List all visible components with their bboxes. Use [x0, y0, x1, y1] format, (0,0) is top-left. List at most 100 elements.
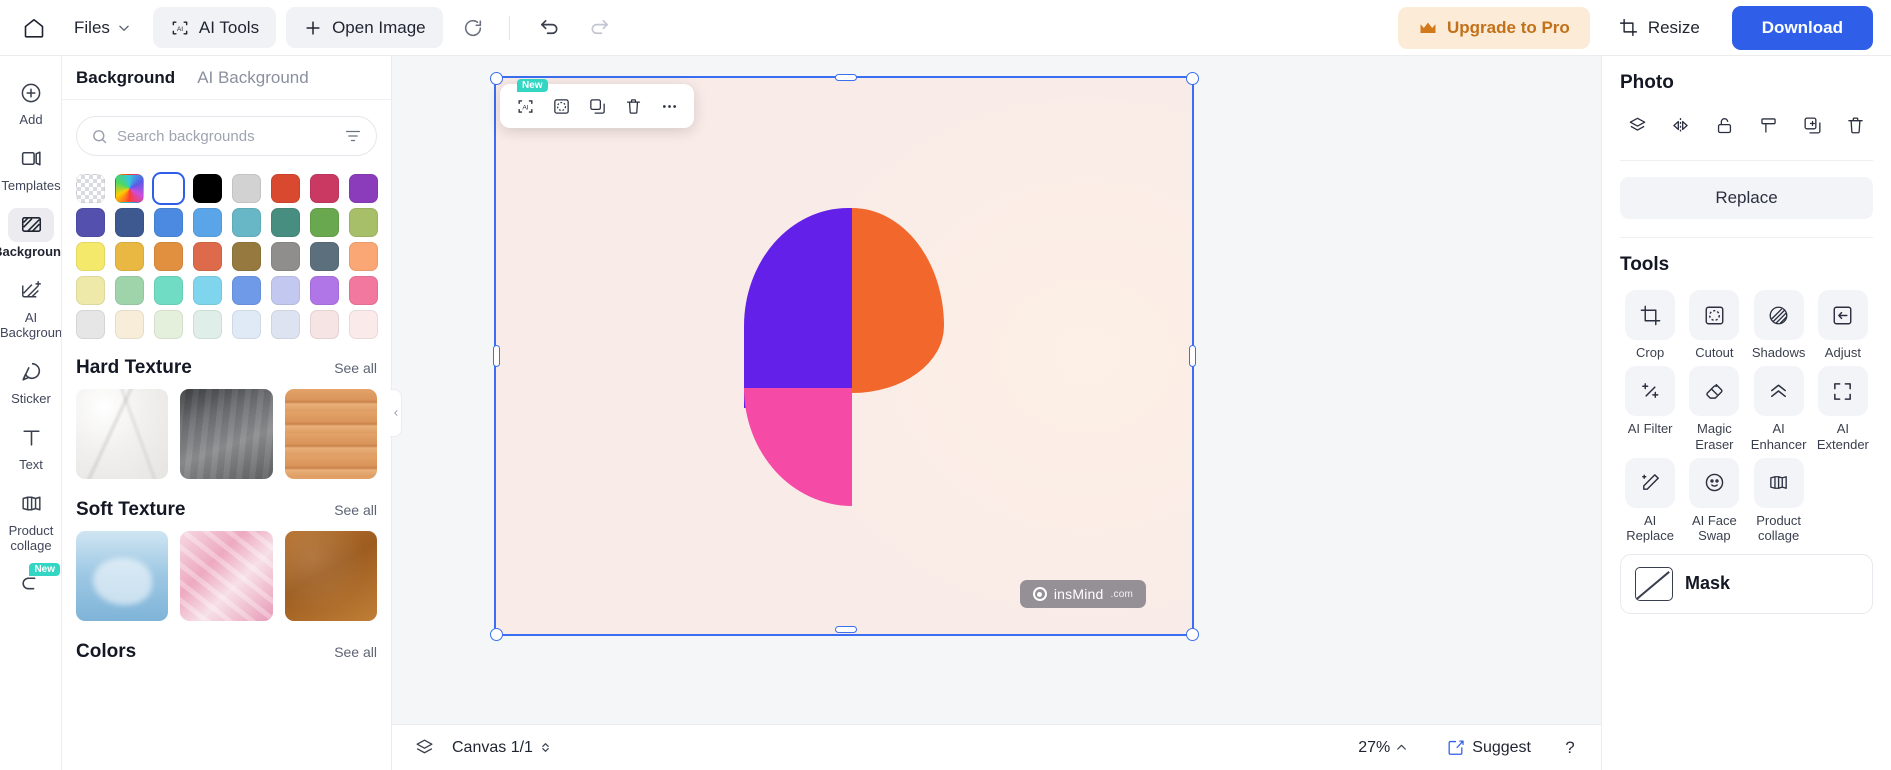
swatch-teal-dark[interactable]: [271, 208, 300, 237]
handle-right-mid[interactable]: [1189, 345, 1196, 367]
swatch-indigo[interactable]: [76, 208, 105, 237]
swatch-aqua-fade[interactable]: [154, 276, 183, 305]
help-button[interactable]: ?: [1555, 733, 1585, 763]
tool-adjust[interactable]: Adjust: [1813, 290, 1873, 360]
refresh-button[interactable]: [453, 8, 493, 48]
suggest-button[interactable]: Suggest: [1436, 733, 1541, 762]
handle-top-right[interactable]: [1186, 72, 1199, 85]
rail-item-text[interactable]: Text: [0, 415, 61, 477]
layer-order-button[interactable]: [1620, 108, 1654, 142]
swatch-blue[interactable]: [154, 208, 183, 237]
handle-bottom-left[interactable]: [490, 628, 503, 641]
swatch-gray[interactable]: [271, 242, 300, 271]
rail-item-product-collage[interactable]: Product collage: [0, 481, 61, 558]
swatch-blush[interactable]: [349, 310, 378, 339]
replace-button[interactable]: Replace: [1620, 177, 1873, 219]
see-all-colors[interactable]: See all: [334, 644, 377, 660]
swatch-orange[interactable]: [154, 242, 183, 271]
swatch-coral[interactable]: [193, 242, 222, 271]
redo-button[interactable]: [580, 8, 620, 48]
swatch-rainbow[interactable]: [115, 174, 144, 203]
swatch-slate[interactable]: [310, 242, 339, 271]
tool-product-collage[interactable]: Product collage: [1749, 457, 1809, 544]
tool-crop[interactable]: Crop: [1620, 290, 1680, 360]
swatch-light-gray[interactable]: [232, 174, 261, 203]
rail-item-ai-background[interactable]: AI Background: [0, 268, 61, 345]
rail-item-sticker[interactable]: Sticker: [0, 349, 61, 411]
swatch-cyan-fade[interactable]: [193, 276, 222, 305]
thumb-marble-texture[interactable]: [76, 389, 169, 479]
rail-item-effects[interactable]: New: [0, 561, 61, 605]
swatch-sky[interactable]: [193, 208, 222, 237]
swatch-pale-mint[interactable]: [193, 310, 222, 339]
collapse-panel-button[interactable]: [390, 389, 402, 437]
handle-bottom-mid[interactable]: [835, 626, 857, 633]
thumb-silk-texture[interactable]: [180, 531, 273, 621]
swatch-red[interactable]: [271, 174, 300, 203]
swatch-pink[interactable]: [349, 276, 378, 305]
delete-button[interactable]: [1839, 108, 1873, 142]
canvas-selector[interactable]: Canvas 1/1: [452, 739, 552, 757]
swatch-lavender[interactable]: [271, 276, 300, 305]
zoom-control[interactable]: 27%: [1348, 734, 1418, 762]
swatch-pale-gray[interactable]: [76, 310, 105, 339]
swatch-peach[interactable]: [349, 242, 378, 271]
tab-ai-background[interactable]: AI Background: [197, 68, 309, 88]
swatch-transparent[interactable]: [76, 174, 105, 203]
thumb-wood-texture[interactable]: [284, 389, 377, 479]
download-button[interactable]: Download: [1731, 5, 1873, 50]
more-button[interactable]: [653, 90, 685, 122]
duplicate-button[interactable]: [581, 90, 613, 122]
handle-left-mid[interactable]: [493, 345, 500, 367]
canvas-stage[interactable]: insMind .com New AI Canvas 1/1 27% Sugge…: [392, 56, 1601, 770]
open-image-button[interactable]: Open Image: [286, 7, 443, 48]
tool-magic-eraser[interactable]: Magic Eraser: [1684, 366, 1744, 452]
mask-card[interactable]: Mask: [1620, 553, 1873, 614]
unlock-button[interactable]: [1708, 108, 1742, 142]
tool-shadows[interactable]: Shadows: [1749, 290, 1809, 360]
swatch-brown[interactable]: [232, 242, 261, 271]
swatch-periwinkle[interactable]: [232, 276, 261, 305]
filter-icon[interactable]: [344, 127, 362, 145]
ai-tools-button[interactable]: AI AI Tools: [152, 7, 277, 48]
upgrade-to-pro-button[interactable]: Upgrade to Pro: [1398, 6, 1590, 49]
swatch-pale-lilac[interactable]: [271, 310, 300, 339]
swatch-white[interactable]: [154, 174, 183, 203]
swatch-green[interactable]: [310, 208, 339, 237]
see-all-hard-texture[interactable]: See all: [334, 360, 377, 376]
flip-button[interactable]: [1664, 108, 1698, 142]
swatch-teal-light[interactable]: [232, 208, 261, 237]
duplicate-button[interactable]: [1795, 108, 1829, 142]
delete-button[interactable]: [617, 90, 649, 122]
handle-top-mid[interactable]: [835, 74, 857, 81]
swatch-olive[interactable]: [349, 208, 378, 237]
swatch-navy[interactable]: [115, 208, 144, 237]
tool-cutout[interactable]: Cutout: [1684, 290, 1744, 360]
cutout-button[interactable]: [545, 90, 577, 122]
handle-bottom-right[interactable]: [1186, 628, 1199, 641]
swatch-yellow[interactable]: [76, 242, 105, 271]
tab-background[interactable]: Background: [76, 68, 175, 88]
tool-ai-filter[interactable]: AI Filter: [1620, 366, 1680, 452]
logo-artwork[interactable]: [744, 208, 944, 508]
handle-top-left[interactable]: [490, 72, 503, 85]
swatch-mint-fade[interactable]: [115, 276, 144, 305]
swatch-purple[interactable]: [349, 174, 378, 203]
rail-item-add[interactable]: Add: [0, 70, 61, 132]
swatch-pale-green[interactable]: [154, 310, 183, 339]
thumb-leather-texture[interactable]: [284, 531, 377, 621]
swatch-cream[interactable]: [115, 310, 144, 339]
swatch-amber[interactable]: [115, 242, 144, 271]
search-input[interactable]: [117, 127, 335, 145]
rail-item-background[interactable]: Background: [0, 202, 61, 264]
ai-select-button[interactable]: New AI: [509, 79, 548, 122]
swatch-pale-blue[interactable]: [232, 310, 261, 339]
swatch-pale-rose[interactable]: [310, 310, 339, 339]
layers-button[interactable]: [408, 732, 440, 764]
tool-ai-replace[interactable]: AI Replace: [1620, 457, 1680, 544]
resize-button[interactable]: Resize: [1602, 7, 1716, 49]
format-paint-button[interactable]: [1751, 108, 1785, 142]
home-button[interactable]: [12, 8, 56, 48]
swatch-lemon-fade[interactable]: [76, 276, 105, 305]
tool-ai-extender[interactable]: AI Extender: [1813, 366, 1873, 452]
